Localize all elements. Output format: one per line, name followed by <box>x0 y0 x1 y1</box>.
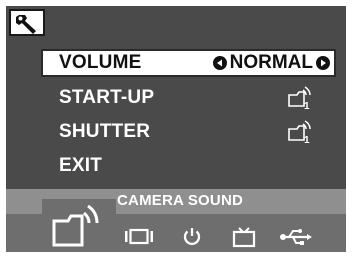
volume-value: NORMAL <box>229 52 313 73</box>
menu-item-label: VOLUME <box>59 52 142 73</box>
sound-1-icon: 1 <box>288 86 311 110</box>
right-arrow-icon[interactable] <box>316 56 330 70</box>
wrench-icon <box>16 15 36 34</box>
menu-item-label: EXIT <box>59 155 103 176</box>
menu-item-exit[interactable]: EXIT <box>41 152 336 180</box>
setup-tab[interactable] <box>9 9 45 36</box>
svg-text:1: 1 <box>304 135 310 144</box>
power-icon[interactable] <box>181 226 203 248</box>
menu-item-label: SHUTTER <box>59 121 151 142</box>
sound-1-icon: 1 <box>288 120 311 144</box>
camera-sound-icon <box>52 204 99 247</box>
category-label: CAMERA SOUND <box>117 192 244 209</box>
category-camera-sound[interactable] <box>42 199 116 252</box>
menu-item-volume[interactable]: VOLUME NORMAL <box>41 49 336 77</box>
menu-item-shutter[interactable]: SHUTTER 1 <box>41 118 336 146</box>
settings-screen: VOLUME NORMAL START-UP 1 SHUTTER 1 EXIT … <box>6 6 346 252</box>
menu-item-start-up[interactable]: START-UP 1 <box>41 84 336 112</box>
left-arrow-icon[interactable] <box>212 56 227 70</box>
display-icon[interactable] <box>123 226 157 246</box>
tv-icon[interactable] <box>232 226 256 248</box>
volume-value-selector[interactable]: NORMAL <box>212 52 330 73</box>
category-bar: CAMERA SOUND <box>6 189 346 252</box>
svg-text:1: 1 <box>304 101 310 110</box>
usb-icon[interactable] <box>279 226 313 248</box>
menu-item-label: START-UP <box>59 87 155 108</box>
